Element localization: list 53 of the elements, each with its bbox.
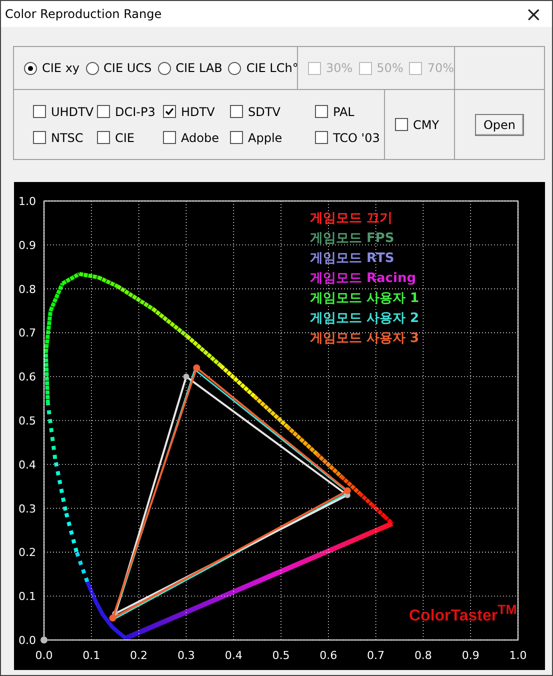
legend-label: 게임모드 사용자 3 [310, 331, 420, 346]
axis-label: 0.1 [18, 590, 36, 604]
legend-label: 게임모드 끄기 [310, 211, 393, 226]
axis-label: 0.9 [462, 649, 480, 662]
legend-label: 게임모드 사용자 1 [310, 291, 420, 306]
check-icon [165, 107, 174, 116]
checkbox[interactable]: CMY [395, 118, 440, 132]
radio-button[interactable]: CIE LCh° [228, 61, 298, 75]
axis-label: 0.3 [177, 649, 195, 662]
data-point [109, 614, 116, 622]
axis-label: 1.0 [18, 195, 36, 208]
axis-label: 0.2 [130, 649, 148, 662]
data-point [193, 364, 200, 372]
checkbox[interactable]: UHDTV [33, 104, 91, 118]
axis-label: 0.0 [18, 634, 36, 647]
legend-label: 게임모드 Racing [310, 271, 416, 286]
checkbox[interactable]: TCO '03 [315, 130, 380, 144]
radio-button[interactable]: CIE LAB [158, 61, 222, 75]
checkbox[interactable]: Adobe [163, 130, 224, 144]
data-point [344, 487, 351, 494]
legend-label: 게임모드 사용자 2 [310, 311, 420, 326]
origin-marker [40, 636, 48, 644]
axis-label: 0.3 [18, 502, 36, 516]
radio-button[interactable]: CIE xy [24, 61, 80, 75]
legend-label: 게임모드 RTS [310, 251, 394, 266]
axis-label: 0.7 [367, 649, 385, 662]
axis-label: 0.8 [414, 649, 432, 662]
checkbox[interactable]: CIE [97, 130, 157, 144]
axis-label: 0.7 [18, 326, 36, 340]
legend-label: 게임모드 FPS [310, 231, 394, 246]
axis-label: 0.4 [224, 649, 242, 662]
axis-label: 0.4 [18, 458, 36, 472]
checkbox[interactable]: DCI-P3 [97, 104, 157, 118]
checkbox[interactable]: NTSC [33, 130, 91, 144]
checkbox[interactable]: PAL [315, 104, 380, 118]
axis-label: 1.0 [509, 649, 527, 662]
axis-label: 0.5 [272, 649, 290, 662]
axis-label: 0.5 [18, 414, 36, 428]
axis-label: 0.1 [82, 649, 100, 662]
radio-button[interactable]: CIE UCS [86, 61, 152, 75]
checkbox[interactable]: Apple [230, 130, 309, 144]
checkbox[interactable]: HDTV [163, 104, 224, 118]
open-button[interactable]: Open [475, 114, 524, 136]
axis-label: 0.2 [18, 546, 36, 560]
window-title: Color Reproduction Range [5, 7, 162, 21]
axis-label: 0.6 [18, 370, 36, 384]
checkbox[interactable]: SDTV [230, 104, 309, 118]
axis-label: 0.8 [18, 282, 36, 296]
axis-label: 0.6 [320, 649, 338, 662]
brand-label: ColorTaster$^{TM}$ [409, 602, 517, 626]
axis-label: 0.9 [18, 238, 36, 252]
close-button[interactable]: × [525, 4, 542, 24]
axis-label: 0.0 [35, 649, 53, 662]
